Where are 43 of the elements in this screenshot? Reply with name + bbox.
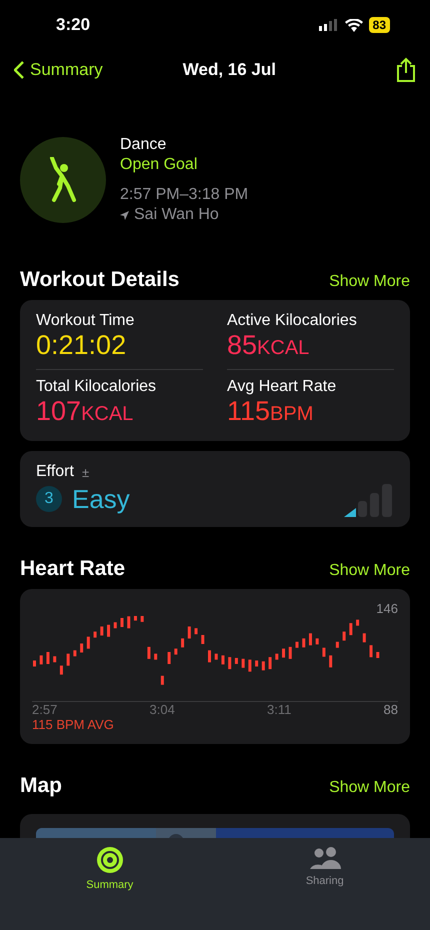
effort-word: Easy (72, 484, 130, 514)
people-icon (308, 847, 341, 869)
metric-label: Workout Time (36, 312, 136, 330)
adjust-icon[interactable]: ± (82, 464, 90, 480)
workout-location: Sai Wan Ho (134, 206, 219, 224)
share-icon[interactable] (396, 57, 416, 83)
wifi-icon (344, 18, 363, 32)
tab[interactable]: Summary (80, 846, 140, 894)
average-heart-rate: 115 BPM AVG (32, 717, 115, 732)
location-arrow-icon (120, 210, 129, 220)
metric-value: 107KCAL (36, 396, 134, 427)
show-more-link[interactable]: Show More (329, 562, 410, 580)
max-heart-rate: 146 (376, 601, 398, 616)
time-label: 3:04 (150, 702, 175, 717)
show-more-link[interactable]: Show More (329, 273, 410, 291)
battery-level: 83 (368, 17, 390, 33)
section-title: Workout Details (20, 268, 180, 292)
metric-value: 115BPM (227, 396, 314, 427)
time-label: 3:11 (267, 702, 292, 717)
metric-label: Total Kilocalories (36, 378, 158, 396)
metric-value: 85KCAL (227, 330, 310, 361)
metric-label: Active Kilocalories (227, 312, 358, 330)
effort-rating: 3 (36, 486, 62, 512)
time-label: 2:57 (32, 702, 58, 717)
effort-label: Effort (36, 463, 74, 481)
min-heart-rate: 88 (384, 702, 398, 717)
metric-value: 0:21:02 (36, 330, 128, 361)
section-title: Heart Rate (20, 557, 126, 581)
section-title: Map (20, 774, 62, 798)
signal-icon (318, 19, 339, 31)
workout-name: Dance (120, 136, 168, 154)
dancer-icon (50, 157, 76, 203)
status-time: 3:20 (56, 15, 90, 35)
tab[interactable]: Sharing (300, 846, 350, 894)
show-more-link[interactable]: Show More (329, 779, 410, 797)
back-chevron-icon (14, 61, 24, 79)
back-button[interactable]: Summary (14, 60, 103, 80)
rings-icon (96, 847, 123, 873)
metric-label: Avg Heart Rate (227, 378, 338, 396)
workout-time-range: 2:57 PM–3:18 PM (120, 186, 248, 204)
effort-meter-icon (344, 481, 394, 517)
workout-goal: Open Goal (120, 156, 198, 174)
nav-title: Wed, 16 Jul (182, 60, 276, 80)
